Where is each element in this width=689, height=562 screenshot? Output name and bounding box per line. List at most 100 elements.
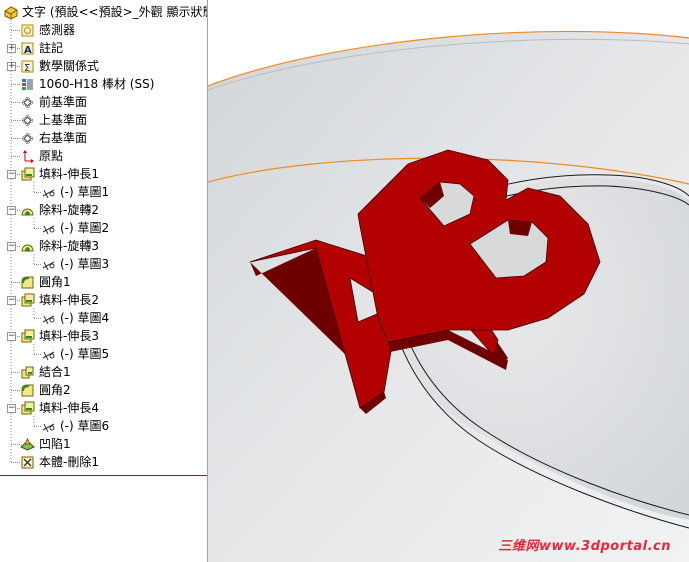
tree-item-equations[interactable]: Σ 數學關係式 (20, 57, 99, 75)
tree-item-label: 圓角1 (39, 275, 71, 289)
tree-connector (11, 372, 20, 373)
tree-item-cut-revolve2[interactable]: 除料-旋轉2 (20, 201, 99, 219)
tree-item-sketch1[interactable]: (-) 草圖1 (41, 183, 109, 201)
tree-root[interactable]: 文字 (預設<<預設>_外觀 顯示狀態 (3, 3, 207, 21)
tree-item-annotations[interactable]: A 註記 (20, 39, 63, 57)
cut-revolve-icon (20, 203, 35, 218)
tree-item-right-plane[interactable]: 右基準面 (20, 129, 87, 147)
tree-item-label: 填料-伸長2 (39, 293, 99, 307)
indent-icon (20, 437, 35, 452)
material-icon (20, 77, 35, 92)
tree-root-label: 文字 (預設<<預設>_外觀 顯示狀態 (22, 3, 207, 21)
tree-item-label: 1060-H18 棒材 (SS) (39, 77, 155, 91)
sensor-icon (20, 23, 35, 38)
tree-item-boss-extrude1[interactable]: 填料-伸長1 (20, 165, 99, 183)
tree-item-label: 除料-旋轉2 (39, 203, 99, 217)
expand-toggle-icon[interactable]: − (7, 242, 16, 251)
equation-icon: Σ (20, 59, 35, 74)
tree-connector (11, 120, 20, 121)
tree-connector (11, 30, 20, 31)
tree-connector (34, 318, 41, 319)
tree-item-boss-extrude2[interactable]: 填料-伸長2 (20, 291, 99, 309)
tree-item-label: 圓角2 (39, 383, 71, 397)
sketch-icon (41, 257, 56, 272)
tree-item-label: (-) 草圖6 (60, 419, 110, 433)
tree-item-sketch3[interactable]: (-) 草圖3 (41, 255, 109, 273)
tree-connector (11, 138, 20, 139)
tree-item-label: 結合1 (39, 365, 71, 379)
tree-item-label: (-) 草圖5 (60, 347, 110, 361)
tree-item-label: (-) 草圖3 (60, 257, 110, 271)
tree-item-sketch4[interactable]: (-) 草圖4 (41, 309, 109, 327)
fillet-icon (20, 383, 35, 398)
tree-connector (34, 192, 41, 193)
sketch-icon (41, 311, 56, 326)
plane-icon (20, 113, 35, 128)
tree-item-sketch5[interactable]: (-) 草圖5 (41, 345, 109, 363)
boss-extrude-icon (20, 401, 35, 416)
origin-icon (20, 149, 35, 164)
tree-item-label: (-) 草圖4 (60, 311, 110, 325)
tree-bottom-panel (0, 475, 207, 562)
tree-connector (34, 354, 41, 355)
sketch-icon (41, 185, 56, 200)
sketch-icon (41, 419, 56, 434)
tree-item-fillet1[interactable]: 圓角1 (20, 273, 71, 291)
tree-item-label: 除料-旋轉3 (39, 239, 99, 253)
tree-item-label: 前基準面 (39, 95, 88, 109)
expand-toggle-icon[interactable]: − (7, 296, 16, 305)
tree-connector (34, 228, 41, 229)
tree-item-label: 本體-刪除1 (39, 455, 99, 469)
plane-icon (20, 131, 35, 146)
tree-item-origin[interactable]: 原點 (20, 147, 63, 165)
tree-connector (34, 426, 41, 427)
tree-connector (11, 390, 20, 391)
tree-item-boss-extrude3[interactable]: 填料-伸長3 (20, 327, 99, 345)
tree-item-label: 右基準面 (39, 131, 88, 145)
expand-toggle-icon[interactable]: + (7, 44, 16, 53)
tree-item-label: 凹陷1 (39, 437, 71, 451)
tree-item-fillet2[interactable]: 圓角2 (20, 381, 71, 399)
boss-extrude-icon (20, 167, 35, 182)
plane-icon (20, 95, 35, 110)
graphics-viewport[interactable]: 三维网www.3dportal.cn (208, 0, 689, 562)
tree-item-indent1[interactable]: 凹陷1 (20, 435, 71, 453)
delete-body-icon (20, 455, 35, 470)
tree-item-sketch6[interactable]: (-) 草圖6 (41, 417, 109, 435)
expand-toggle-icon[interactable]: + (7, 62, 16, 71)
tree-item-sketch2[interactable]: (-) 草圖2 (41, 219, 109, 237)
part-icon (3, 5, 18, 20)
expand-toggle-icon[interactable]: − (7, 404, 16, 413)
tree-item-cut-revolve3[interactable]: 除料-旋轉3 (20, 237, 99, 255)
tree-connector (11, 444, 20, 445)
tree-connector (11, 462, 20, 463)
tree-connector (34, 264, 41, 265)
tree-item-label: 數學關係式 (39, 59, 100, 73)
tree-connector (11, 156, 20, 157)
fillet-icon (20, 275, 35, 290)
expand-toggle-icon[interactable]: − (7, 206, 16, 215)
tree-item-delete-body1[interactable]: 本體-刪除1 (20, 453, 99, 471)
tree-item-label: (-) 草圖1 (60, 185, 110, 199)
tree-item-sensors[interactable]: 感測器 (20, 21, 75, 39)
svg-text:Σ: Σ (24, 63, 30, 74)
tree-item-label: 上基準面 (39, 113, 88, 127)
tree-connector (11, 282, 20, 283)
tree-item-label: 填料-伸長4 (39, 401, 99, 415)
annotation-icon: A (20, 41, 35, 56)
feature-manager-tree: 文字 (預設<<預設>_外觀 顯示狀態 感測器 A 註記 + Σ 數學關係式 +1060-H1… (0, 0, 208, 562)
tree-item-front-plane[interactable]: 前基準面 (20, 93, 87, 111)
tree-item-label: (-) 草圖2 (60, 221, 110, 235)
boss-extrude-icon (20, 293, 35, 308)
boss-extrude-icon (20, 329, 35, 344)
tree-item-boss-extrude4[interactable]: 填料-伸長4 (20, 399, 99, 417)
expand-toggle-icon[interactable]: − (7, 170, 16, 179)
expand-toggle-icon[interactable]: − (7, 332, 16, 341)
cut-revolve-icon (20, 239, 35, 254)
tree-item-combine1[interactable]: 結合1 (20, 363, 71, 381)
tree-item-material[interactable]: 1060-H18 棒材 (SS) (20, 75, 154, 93)
letter-b-lower-hole-side (508, 220, 532, 236)
watermark: 三维网www.3dportal.cn (498, 539, 671, 554)
tree-item-label: 原點 (39, 149, 64, 163)
tree-item-top-plane[interactable]: 上基準面 (20, 111, 87, 129)
